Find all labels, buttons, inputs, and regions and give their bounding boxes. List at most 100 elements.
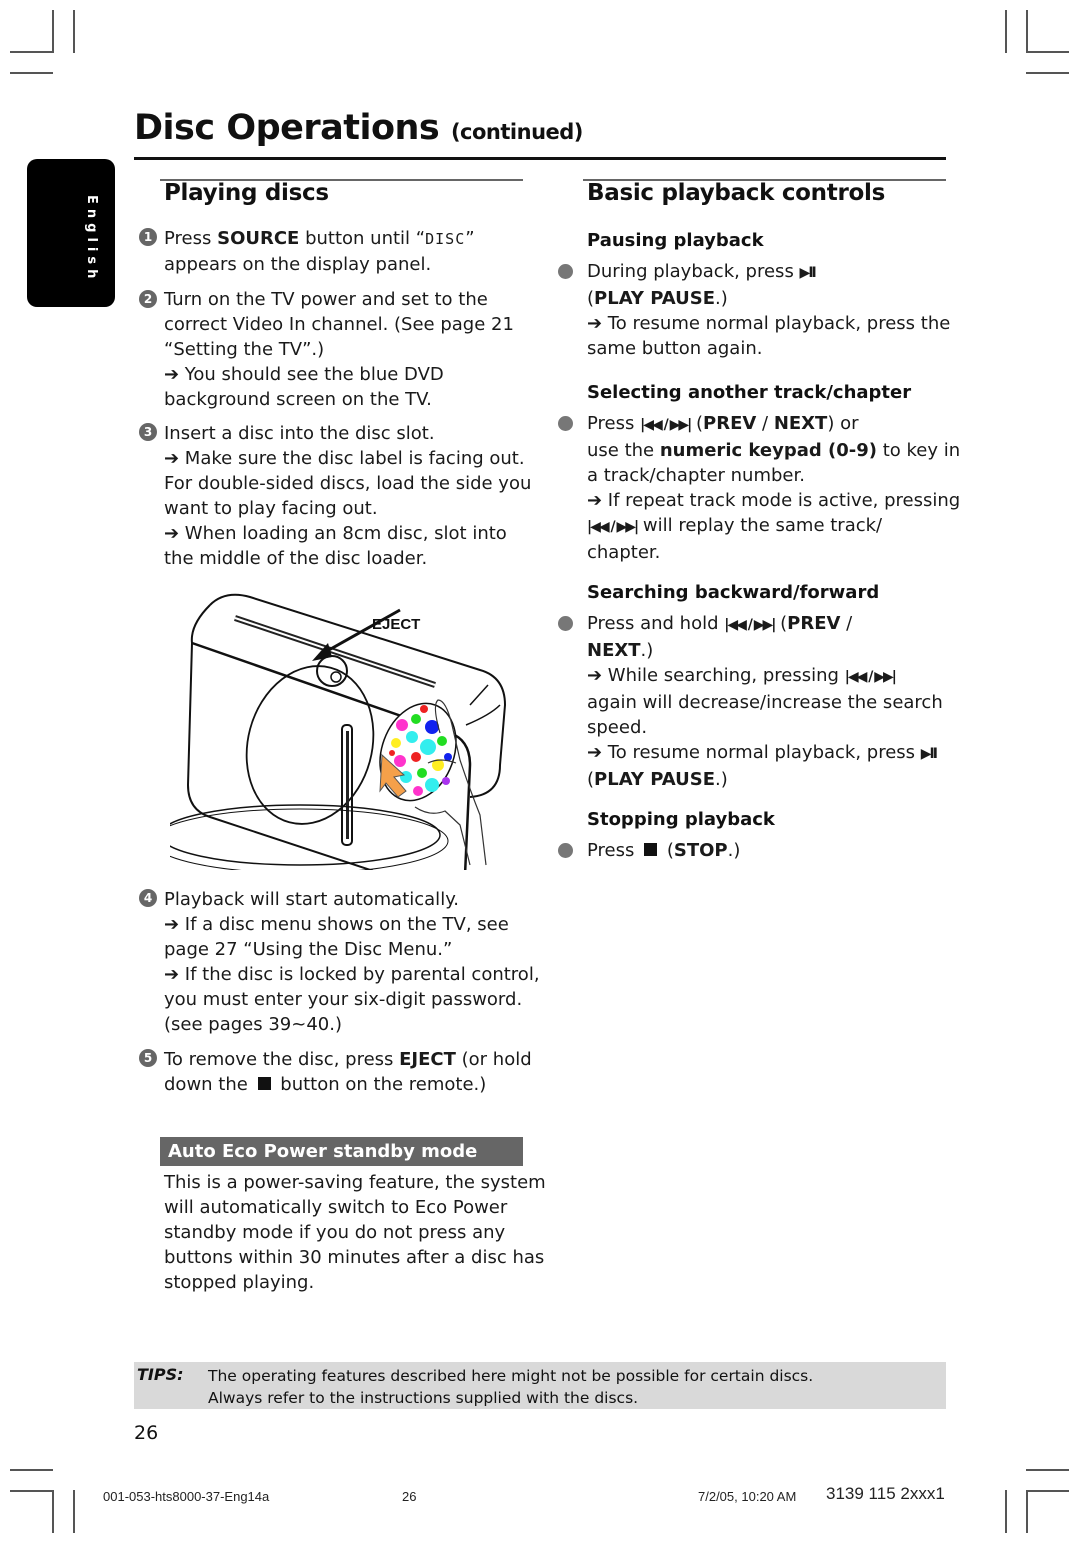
text: To remove the disc, press bbox=[164, 1049, 400, 1070]
step-3-text: Insert a disc into the disc slot. ➔ Make… bbox=[164, 421, 531, 571]
next-label: NEXT bbox=[587, 640, 641, 661]
page-title-suffix: (continued) bbox=[450, 120, 583, 144]
text: ➔ If a disc menu shows on the TV, see bbox=[164, 914, 509, 935]
text: ( bbox=[587, 769, 595, 790]
bullet bbox=[558, 416, 573, 431]
text: a track/chapter number. bbox=[587, 465, 805, 486]
text: Always refer to the instructions supplie… bbox=[208, 1389, 639, 1407]
crop-mark bbox=[73, 10, 75, 53]
stopping-text: Press (STOP.) bbox=[587, 838, 740, 863]
searching-heading: Searching backward/forward bbox=[587, 582, 880, 603]
step-4-text: Playback will start automatically. ➔ If … bbox=[164, 887, 540, 1037]
eject-button-label: EJECT bbox=[399, 1049, 456, 1070]
page-number: 26 bbox=[134, 1422, 159, 1444]
text: appears on the display panel. bbox=[164, 254, 432, 275]
text: Press and hold bbox=[587, 613, 725, 634]
eject-button-circle bbox=[316, 655, 348, 687]
text: .) bbox=[640, 640, 654, 661]
title-divider bbox=[134, 157, 946, 160]
text: down the bbox=[164, 1074, 254, 1095]
crop-mark bbox=[10, 1490, 53, 1492]
prev-next-icon: |◀◀ / ▶▶| bbox=[724, 617, 776, 633]
bullet bbox=[558, 616, 573, 631]
stop-label: STOP bbox=[673, 840, 728, 861]
text: button on the remote.) bbox=[274, 1074, 487, 1095]
text: to key in bbox=[877, 440, 961, 461]
stand-base bbox=[170, 804, 441, 866]
text: page 27 “Using the Disc Menu.” bbox=[164, 939, 453, 960]
playing-discs-heading: Playing discs bbox=[164, 180, 329, 206]
disc-insertion-illustration: EJECT bbox=[170, 593, 507, 870]
text: / bbox=[840, 613, 853, 634]
text: want to play facing out. bbox=[164, 498, 378, 519]
text: ➔ To resume normal playback, press the bbox=[587, 313, 951, 334]
text: correct Video In channel. (See page 21 bbox=[164, 314, 514, 335]
footer-page: 26 bbox=[402, 1489, 417, 1504]
text: Press bbox=[164, 228, 218, 249]
text: chapter. bbox=[587, 542, 661, 563]
text: ➔ While searching, pressing bbox=[587, 665, 845, 686]
prev-next-icon: |◀◀ / ▶▶| bbox=[844, 669, 897, 685]
play-pause-icon: ▶II bbox=[799, 265, 817, 281]
step-number-5: 5 bbox=[139, 1049, 157, 1067]
crop-mark bbox=[73, 1490, 75, 1533]
display-disc-text: DISC bbox=[425, 230, 466, 248]
text: .) bbox=[715, 288, 728, 309]
text: The operating features described here mi… bbox=[208, 1367, 814, 1385]
text: (see pages 39~40.) bbox=[164, 1014, 342, 1035]
text: “Setting the TV”.) bbox=[164, 339, 325, 360]
text: the middle of the disc loader. bbox=[164, 548, 428, 569]
eco-mode-text: This is a power-saving feature, the syst… bbox=[164, 1170, 546, 1295]
step-number-3: 3 bbox=[139, 423, 157, 441]
eject-label: EJECT bbox=[372, 616, 420, 633]
crop-mark bbox=[10, 51, 53, 53]
crop-mark bbox=[1026, 1469, 1069, 1471]
text: .) bbox=[727, 840, 741, 861]
step-number-1: 1 bbox=[139, 228, 157, 246]
text: you must enter your six-digit password. bbox=[164, 989, 523, 1010]
step-5-text: To remove the disc, press EJECT (or hold… bbox=[164, 1047, 532, 1097]
play-pause-label: PLAY PAUSE bbox=[594, 769, 715, 790]
language-tab bbox=[27, 159, 115, 307]
text: background screen on the TV. bbox=[164, 389, 432, 410]
crop-mark bbox=[52, 1490, 54, 1533]
play-pause-label: PLAY PAUSE bbox=[594, 288, 715, 309]
crop-mark bbox=[1026, 51, 1069, 53]
text: Playback will start automatically. bbox=[164, 889, 459, 910]
crop-mark bbox=[10, 72, 53, 74]
eco-mode-heading: Auto Eco Power standby mode bbox=[160, 1137, 523, 1166]
bullet bbox=[558, 843, 573, 858]
crop-mark bbox=[52, 10, 54, 53]
text: Insert a disc into the disc slot. bbox=[164, 423, 435, 444]
text: .) bbox=[715, 769, 728, 790]
footer-date: 7/2/05, 10:20 AM bbox=[698, 1489, 797, 1504]
text: ( bbox=[774, 613, 788, 634]
crop-mark bbox=[10, 1469, 53, 1471]
text: ➔ You should see the blue DVD bbox=[164, 364, 444, 385]
language-tab-label: English bbox=[84, 195, 99, 284]
tips-text: The operating features described here mi… bbox=[208, 1365, 813, 1409]
text: again will decrease/increase the search bbox=[587, 692, 943, 713]
crop-mark bbox=[1026, 72, 1069, 74]
text: speed. bbox=[587, 717, 648, 738]
prev-label: PREV bbox=[787, 613, 841, 634]
step-number-2: 2 bbox=[139, 290, 157, 308]
text: This is a power-saving feature, the syst… bbox=[164, 1172, 546, 1193]
play-pause-icon: ▶II bbox=[920, 746, 938, 762]
text: stopped playing. bbox=[164, 1272, 315, 1293]
text: ➔ When loading an 8cm disc, slot into bbox=[164, 523, 507, 544]
text: ➔ Make sure the disc label is facing out… bbox=[164, 448, 525, 469]
text: Turn on the TV power and set to the bbox=[164, 289, 488, 310]
text: ( bbox=[661, 840, 674, 861]
stop-icon bbox=[257, 1077, 271, 1090]
step-2-text: Turn on the TV power and set to the corr… bbox=[164, 287, 514, 412]
text: buttons within 30 minutes after a disc h… bbox=[164, 1247, 545, 1268]
next-label: NEXT bbox=[773, 413, 828, 434]
selecting-track-text: Press |◀◀ / ▶▶| (PREV / NEXT) or use the… bbox=[587, 411, 960, 565]
page-title-text: Disc Operations bbox=[134, 108, 440, 148]
pausing-playback-heading: Pausing playback bbox=[587, 230, 764, 251]
text: During playback, press bbox=[587, 261, 800, 282]
prev-next-icon: |◀◀ / ▶▶| bbox=[587, 519, 639, 535]
text: standby mode if you do not press any bbox=[164, 1222, 506, 1243]
crop-mark bbox=[1026, 10, 1028, 53]
